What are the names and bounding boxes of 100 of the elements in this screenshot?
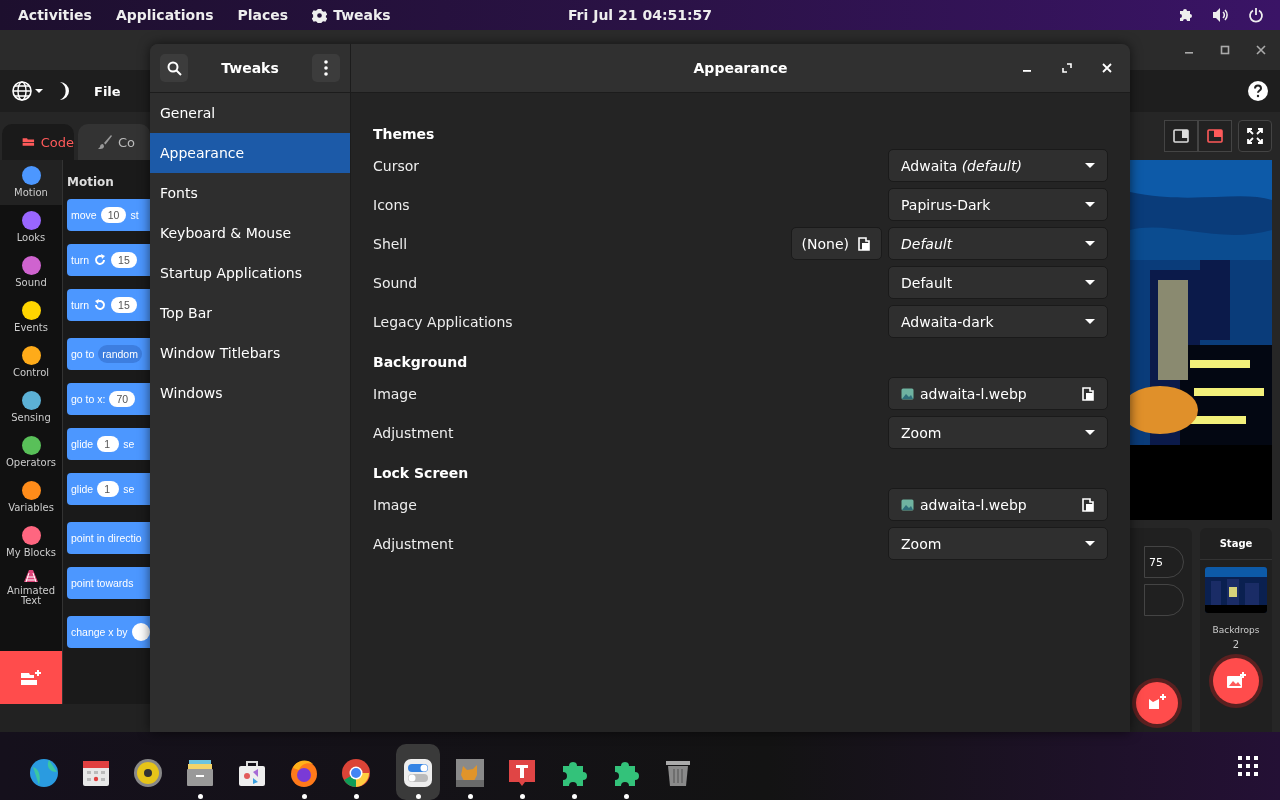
shopping-bag-icon [237, 758, 267, 788]
block-dropdown[interactable]: random [98, 345, 142, 363]
add-backdrop-icon [1225, 671, 1247, 691]
block-label: point towards [71, 577, 134, 589]
dock-item[interactable] [396, 744, 440, 800]
category-item[interactable]: Sensing [0, 385, 62, 430]
sidebar-item[interactable]: Fonts [150, 173, 350, 213]
code-block[interactable]: turn 15 [67, 244, 150, 276]
caret-icon [1085, 162, 1095, 169]
code-block[interactable]: go to random [67, 338, 150, 370]
add-sprite-button[interactable] [1136, 682, 1178, 724]
code-block[interactable]: turn 15 [67, 289, 150, 321]
theme-dropdown[interactable]: Default [888, 266, 1108, 299]
setting-label: Image [373, 385, 417, 402]
sidebar-item[interactable]: Windows [150, 373, 350, 413]
block-label: point in directio [71, 532, 142, 544]
category-item[interactable]: Looks [0, 205, 62, 250]
number-input[interactable]: 10 [100, 207, 127, 223]
drawer-icon [185, 758, 215, 788]
file-icon [857, 236, 871, 251]
caret-icon [1085, 540, 1095, 547]
number-input[interactable]: 15 [111, 297, 137, 313]
sidebar-item[interactable]: Appearance [150, 133, 350, 173]
editor-tab[interactable]: Co [78, 124, 150, 160]
close-icon[interactable] [1256, 45, 1266, 55]
category-item[interactable]: My Blocks [0, 520, 62, 565]
category-item[interactable]: Sound [0, 250, 62, 295]
block-label: se [123, 438, 135, 450]
setting-label: Image [373, 496, 417, 513]
volume-icon[interactable] [1212, 7, 1230, 23]
category-item[interactable]: Events [0, 295, 62, 340]
stage-title: Stage [1200, 528, 1272, 560]
page-title: Appearance [693, 60, 788, 76]
setting-label: Sound [373, 274, 418, 291]
number-input[interactable] [131, 623, 150, 641]
small-stage-icon [1173, 129, 1189, 143]
setting-label: Shell [373, 235, 408, 252]
theme-dropdown[interactable]: Adwaita (default) [888, 149, 1108, 182]
category-item[interactable]: Animated Text [0, 565, 62, 610]
sidebar-item[interactable]: Keyboard & Mouse [150, 213, 350, 253]
code-icon [22, 135, 35, 149]
image-icon [901, 498, 914, 511]
code-block[interactable]: glide 1 se [67, 473, 150, 505]
fullscreen-button[interactable] [1238, 120, 1272, 152]
editor-tab[interactable]: Code [2, 124, 74, 160]
number-input[interactable]: 1 [97, 481, 120, 497]
search-icon [166, 60, 182, 76]
block-label: go to [71, 348, 95, 360]
maximize-icon[interactable] [1220, 45, 1230, 55]
category-item[interactable]: Control [0, 340, 62, 385]
caret-icon [1085, 201, 1095, 208]
block-label: se [123, 483, 135, 495]
file-icon [1081, 497, 1095, 512]
number-input[interactable]: 70 [109, 391, 136, 407]
code-block[interactable]: glide 1 se [67, 428, 150, 460]
top-bar-menu[interactable]: Places [227, 0, 299, 30]
power-icon[interactable] [1248, 7, 1264, 23]
file-chooser[interactable]: adwaita-l.webp [888, 377, 1108, 410]
font-icon [507, 758, 537, 788]
search-button[interactable] [160, 54, 188, 82]
sidebar-item[interactable]: Window Titlebars [150, 333, 350, 373]
sidebar-item[interactable]: General [150, 93, 350, 133]
sidebar-item[interactable]: Startup Applications [150, 253, 350, 293]
number-input[interactable]: 15 [111, 252, 137, 268]
add-extension-button[interactable] [0, 651, 62, 704]
code-block[interactable]: move 10 st [67, 199, 150, 231]
theme-dropdown[interactable]: Zoom [888, 416, 1108, 449]
file-menu[interactable]: File [94, 83, 121, 99]
menu-button[interactable] [312, 54, 340, 82]
theme-dropdown[interactable]: Adwaita-dark [888, 305, 1108, 338]
large-stage-icon [1207, 129, 1223, 143]
clock[interactable]: Fri Jul 21 04:51:57 [557, 0, 723, 30]
globe-icon[interactable] [12, 80, 44, 102]
theme-dropdown[interactable]: Zoom [888, 527, 1108, 560]
category-item[interactable]: Operators [0, 430, 62, 475]
caret-icon [1085, 429, 1095, 436]
category-item[interactable]: Motion [0, 160, 62, 205]
image-icon [901, 387, 914, 400]
number-input[interactable]: 1 [97, 436, 120, 452]
extension-icon [21, 568, 41, 583]
backdrops-label: Backdrops [1212, 625, 1260, 635]
stage-size-button[interactable] [1164, 120, 1198, 152]
moon-icon[interactable] [58, 81, 72, 101]
caret-icon [1085, 318, 1095, 325]
app-menu[interactable]: Tweaks [302, 0, 401, 30]
puzzle-icon[interactable] [1178, 7, 1194, 23]
theme-dropdown[interactable]: Default [888, 227, 1108, 260]
stage-size-button[interactable] [1198, 120, 1232, 152]
activities-button[interactable]: Activities [8, 0, 102, 30]
add-backdrop-button[interactable] [1213, 658, 1259, 704]
fullscreen-icon [1247, 128, 1263, 144]
top-bar-menu[interactable]: Applications [105, 0, 224, 30]
sidebar-item[interactable]: Top Bar [150, 293, 350, 333]
help-icon[interactable] [1248, 81, 1268, 101]
code-block[interactable]: go to x: 70 [67, 383, 150, 415]
rotate-right-icon [93, 253, 108, 267]
theme-dropdown[interactable]: Papirus-Dark [888, 188, 1108, 221]
reset-button[interactable]: (None) [790, 227, 882, 260]
category-item[interactable]: Variables [0, 475, 62, 520]
file-chooser[interactable]: adwaita-l.webp [888, 488, 1108, 521]
